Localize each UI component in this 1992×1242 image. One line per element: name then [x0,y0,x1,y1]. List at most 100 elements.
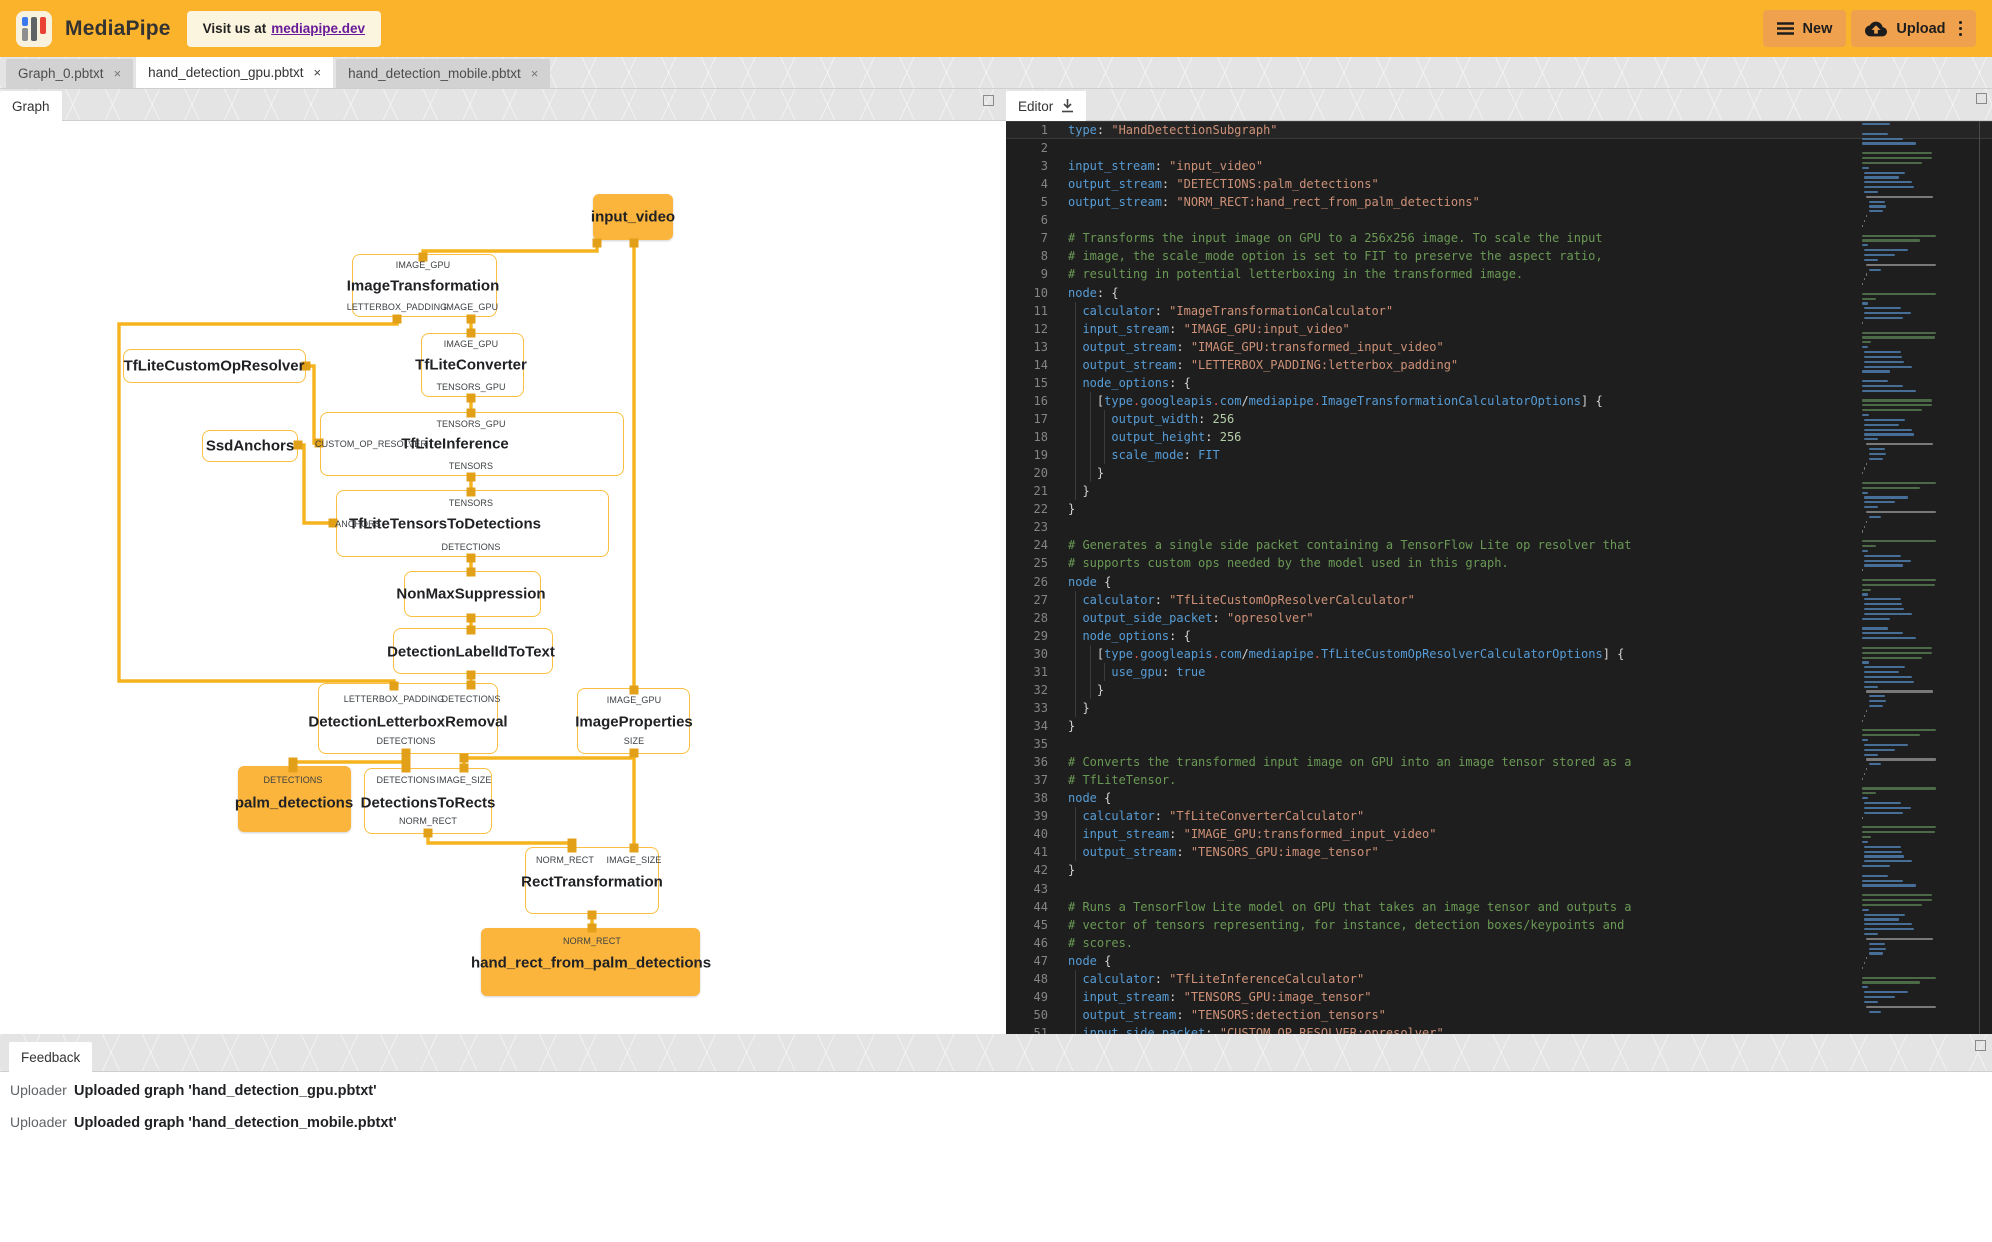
code-line: calculator: "TfLiteConverterCalculator" [1068,807,1364,826]
line-number: 46 [1033,935,1048,950]
kebab-menu-icon[interactable] [1958,20,1962,37]
code-line: } [1068,680,1104,699]
feedback-message: Uploaded graph 'hand_detection_gpu.pbtxt… [74,1083,377,1099]
code-line: output_stream: "IMAGE_GPU:transformed_in… [1068,337,1444,356]
new-button[interactable]: New [1762,10,1847,47]
code-editor[interactable]: 1 2 3 4 5 6 7 8 9 10 11 12 13 14 15 16 17 18 19 20 21 22 23 24 2… [1006,121,1992,1034]
file-tab-hand_detection_gpu.pbtxt[interactable]: hand_detection_gpu.pbtxt × [136,56,334,88]
file-tab-label: hand_detection_gpu.pbtxt [148,64,304,80]
line-number: 32 [1033,682,1048,697]
file-tab-hand_detection_mobile.pbtxt[interactable]: hand_detection_mobile.pbtxt × [336,59,551,88]
line-number: 27 [1033,592,1048,607]
graph-port-label: NORM_RECT [536,855,594,865]
feedback-source: Uploader [10,1082,67,1098]
graph-port-label: NORM_RECT [563,936,621,946]
editor-tab-label: Editor [1018,98,1054,114]
file-tab-Graph_0.pbtxt[interactable]: Graph_0.pbtxt × [6,59,134,88]
close-icon[interactable]: × [314,66,322,79]
code-line: # vector of tensors representing, for in… [1068,917,1625,932]
graph-port-label: DETECTIONS [441,542,501,552]
graph-node-title: palm_detections [234,794,354,812]
graph-node-title: input_video [590,208,676,226]
graph-port-label: TENSORS [448,498,494,508]
popout-icon[interactable] [1976,93,1987,104]
graph-port-label: IMAGE_SIZE [436,775,492,785]
mediapipe-dev-link[interactable]: mediapipe.dev [271,21,365,36]
graph-canvas[interactable]: input_video ImageTransformation TfLiteConv… [0,121,1006,1034]
graph-node-title: ImageTransformation [346,277,500,295]
line-number: 7 [1040,231,1048,246]
code-line: output_side_packet: "opresolver" [1068,608,1314,627]
popout-icon[interactable] [983,95,994,106]
code-line: calculator: "TfLiteInferenceCalculator" [1068,969,1364,988]
upload-button[interactable]: Upload [1851,10,1976,47]
line-number: 3 [1040,159,1048,174]
feedback-message: Uploaded graph 'hand_detection_mobile.pb… [74,1115,397,1131]
graph-port-label: IMAGE_GPU [395,260,451,270]
line-number: 35 [1033,737,1048,752]
graph-port-label: DETECTIONS [376,736,436,746]
code-line: node { [1068,791,1112,806]
graph-port-label: TENSORS_GPU [436,419,506,429]
line-number: 30 [1033,646,1048,661]
code-line: } [1068,482,1090,501]
graph-port-label: TENSORS [448,461,494,471]
code-line: use_gpu: true [1068,662,1205,681]
code-line: output_stream: "LETTERBOX_PADDING:letter… [1068,355,1458,374]
file-tab-label: hand_detection_mobile.pbtxt [348,66,521,81]
line-number: 48 [1033,971,1048,986]
download-icon[interactable] [1061,99,1074,113]
tab-feedback[interactable]: Feedback [9,1042,93,1072]
code-line: output_stream: "TENSORS:detection_tensor… [1068,1005,1386,1024]
graph-node-title: NonMaxSuppression [396,585,546,603]
tab-editor[interactable]: Editor [1006,91,1087,121]
line-number: 34 [1033,718,1048,733]
code-line: node { [1068,574,1112,589]
line-number: 5 [1040,195,1048,210]
code-line: input_stream: "IMAGE_GPU:input_video" [1068,319,1350,338]
code-line: # Converts the transformed input image o… [1068,755,1632,770]
code-line: # Transforms the input image on GPU to a… [1068,231,1603,246]
code-line: scale_mode: FIT [1068,446,1220,465]
code-line: } [1068,718,1076,733]
line-number: 23 [1033,520,1048,535]
line-number: 11 [1033,303,1048,318]
scrollbar-track[interactable] [1979,121,1980,1034]
editor-panel-header: Editor [1006,89,1992,121]
line-number: 2 [1040,141,1048,156]
code-line: output_stream: "TENSORS_GPU:image_tensor… [1068,843,1379,862]
code-line: input_side_packet: "CUSTOM_OP_RESOLVER:o… [1068,1024,1444,1034]
graph-port-label: IMAGE_GPU [443,339,499,349]
graph-edge [426,834,574,848]
minimap[interactable] [1862,123,1962,1034]
line-number: 36 [1033,755,1048,770]
feedback-tab-label: Feedback [21,1049,81,1065]
graph-port-marker [401,757,411,767]
code-line: type: "HandDetectionSubgraph" [1068,123,1278,137]
line-number: 8 [1040,249,1048,264]
tab-graph[interactable]: Graph [0,91,62,121]
code-line: node { [1068,953,1112,968]
graph-node-title: DetectionsToRects [360,794,496,812]
line-number: 45 [1033,917,1048,932]
close-icon[interactable]: × [114,67,122,80]
graph-port-label: ANCHORS [335,519,381,529]
line-number: 9 [1040,267,1048,282]
graph-port-label: DETECTIONS [263,775,323,785]
top-app-bar: MediaPipe Visit us at mediapipe.dev New … [0,0,1992,57]
code-line: output_stream: "DETECTIONS:palm_detectio… [1068,177,1379,192]
popout-icon[interactable] [1975,1040,1986,1051]
code-line: node_options: { [1068,626,1191,645]
close-icon[interactable]: × [531,67,539,80]
line-number: 38 [1033,791,1048,806]
graph-panel-header: Graph [0,89,1006,121]
line-number: 20 [1033,466,1048,481]
line-number: 21 [1033,484,1048,499]
graph-edge [462,756,634,769]
code-line: # supports custom ops needed by the mode… [1068,556,1509,571]
line-number: 4 [1040,177,1048,192]
upload-button-label: Upload [1896,20,1946,37]
code-line: output_height: 256 [1068,428,1241,447]
code-line: # Generates a single side packet contain… [1068,538,1632,553]
code-line: } [1068,698,1090,717]
